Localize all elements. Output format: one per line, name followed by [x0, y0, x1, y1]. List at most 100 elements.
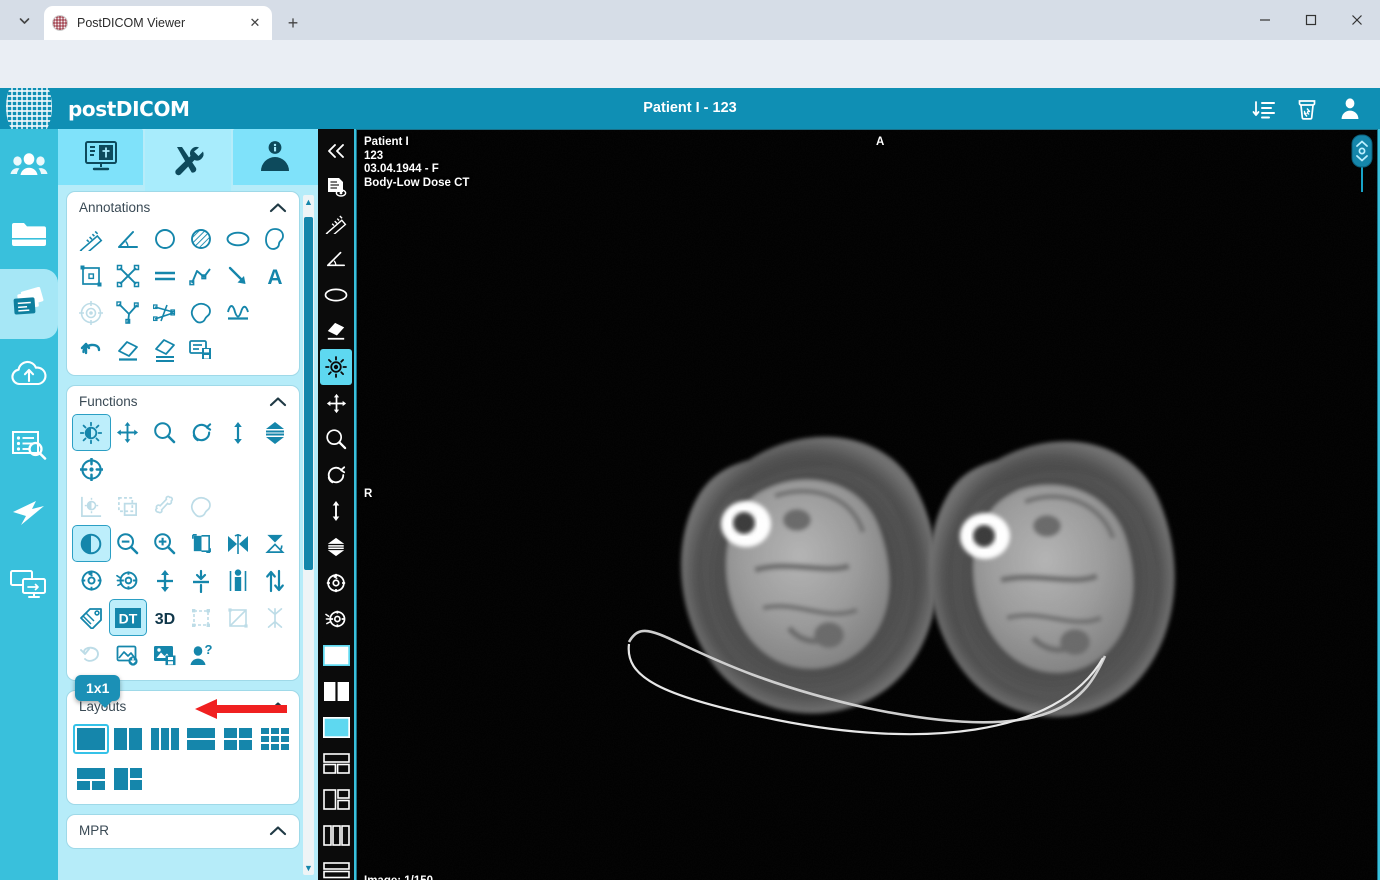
zoom-tool[interactable]: [146, 415, 183, 450]
recycle-bin-icon[interactable]: [1296, 97, 1318, 121]
layout-rows-tool[interactable]: [320, 853, 352, 880]
text-annotation-tool[interactable]: A: [256, 258, 293, 293]
tab-study-info[interactable]: [58, 129, 143, 185]
key-image-tool[interactable]: [256, 600, 293, 635]
flip-horizontal-tool[interactable]: [183, 526, 220, 561]
browser-tab[interactable]: PostDICOM Viewer ✕: [44, 6, 272, 40]
save-annotations-tool[interactable]: [183, 332, 220, 367]
dt-tool[interactable]: DT: [110, 600, 147, 635]
reset-tool[interactable]: [73, 637, 110, 672]
windowing-tool[interactable]: [73, 415, 110, 450]
erase-tool[interactable]: [320, 313, 352, 349]
patient-help-tool[interactable]: ?: [183, 637, 220, 672]
ruler-length-tool[interactable]: [73, 221, 110, 256]
report-view-tool[interactable]: [320, 169, 352, 205]
probe-target-tool[interactable]: [73, 295, 110, 330]
chevron-up-icon[interactable]: [269, 396, 287, 407]
stack-scroll-tool[interactable]: [220, 415, 257, 450]
scroll-up-icon[interactable]: ▲: [303, 195, 314, 209]
curve-profile-tool[interactable]: [220, 295, 257, 330]
polyline-tool[interactable]: [183, 258, 220, 293]
cobb-angle-tool[interactable]: [110, 295, 147, 330]
layout-1x1[interactable]: [73, 722, 110, 756]
invert-tool[interactable]: [73, 526, 110, 561]
pan-tool[interactable]: [110, 415, 147, 450]
close-window-icon[interactable]: [1334, 0, 1380, 40]
save-image-tool[interactable]: [146, 637, 183, 672]
tool-panel-scrollbar[interactable]: ▲ ▼: [303, 195, 314, 875]
layout-1x3-tool[interactable]: [320, 817, 352, 853]
crosshair-tool[interactable]: [73, 452, 110, 487]
layout-two-tool[interactable]: [320, 673, 352, 709]
tab-tools[interactable]: [145, 129, 230, 191]
layout-1x2[interactable]: [110, 722, 147, 756]
layout-2x2[interactable]: [220, 722, 257, 756]
angle-tool[interactable]: [110, 221, 147, 256]
collapse-panel-button[interactable]: [320, 133, 352, 169]
user-account-icon[interactable]: [1338, 97, 1362, 121]
spine-angle-tool[interactable]: [146, 295, 183, 330]
rectangle-roi-tool[interactable]: [73, 258, 110, 293]
crop-tool[interactable]: [183, 600, 220, 635]
scroll-down-icon[interactable]: ▼: [303, 861, 314, 875]
arrow-tool[interactable]: [220, 258, 257, 293]
chevron-up-icon[interactable]: [269, 202, 287, 213]
zoom-out-tool[interactable]: [110, 526, 147, 561]
erase-all-tool[interactable]: [146, 332, 183, 367]
layout-2x1-tool[interactable]: [320, 745, 352, 781]
windowing-tool[interactable]: [320, 349, 352, 385]
circle-roi-tool[interactable]: [146, 221, 183, 256]
zoom-in-tool[interactable]: [146, 526, 183, 561]
ruler-length-tool[interactable]: [320, 205, 352, 241]
blob-region-tool[interactable]: [183, 295, 220, 330]
image-viewport[interactable]: Patient I 123 03.04.1944 - F Body-Low Do…: [356, 129, 1378, 880]
annotations-panel-header[interactable]: Annotations: [67, 198, 299, 221]
close-tab-icon[interactable]: ✕: [246, 14, 264, 32]
minimize-icon[interactable]: [1242, 0, 1288, 40]
maximize-icon[interactable]: [1288, 0, 1334, 40]
tab-search-chevron-down-icon[interactable]: [8, 6, 40, 34]
shutter-tool[interactable]: [220, 600, 257, 635]
rotate-tool[interactable]: [183, 415, 220, 450]
layout-left-big-tool[interactable]: [320, 781, 352, 817]
stack-scroll-tool[interactable]: [320, 493, 352, 529]
layout-3x3[interactable]: [256, 722, 293, 756]
angle-tool[interactable]: [320, 241, 352, 277]
rotate-right-tool[interactable]: [110, 563, 147, 598]
ellipse-roi-tool[interactable]: [220, 221, 257, 256]
ellipse-roi-tool[interactable]: [320, 277, 352, 313]
sidebar-item-sync[interactable]: [0, 479, 58, 549]
rotate-left-tool[interactable]: [73, 563, 110, 598]
export-image-tool[interactable]: [110, 637, 147, 672]
layout-1-2-split[interactable]: [73, 762, 110, 796]
parallel-lines-tool[interactable]: [146, 258, 183, 293]
fit-height-tool[interactable]: [146, 563, 183, 598]
sort-descending-icon[interactable]: [1252, 97, 1276, 121]
layout-1x3[interactable]: [146, 722, 183, 756]
erase-one-tool[interactable]: [110, 332, 147, 367]
sidebar-item-patients[interactable]: [0, 129, 58, 199]
layout-left-big[interactable]: [110, 762, 147, 796]
reset-flip-tool[interactable]: [256, 526, 293, 561]
tab-patient-info[interactable]: [233, 129, 318, 185]
fit-width-tool[interactable]: [183, 563, 220, 598]
hatched-circle-tool[interactable]: [183, 221, 220, 256]
flip-vertical-tool[interactable]: [220, 526, 257, 561]
layer-tool[interactable]: [320, 529, 352, 565]
true-size-tool[interactable]: [220, 563, 257, 598]
chevron-up-icon[interactable]: [269, 825, 287, 836]
rotate-tool[interactable]: [320, 457, 352, 493]
mpr-panel-header[interactable]: MPR: [67, 821, 299, 840]
organ-tool[interactable]: [183, 489, 220, 524]
tag-tool[interactable]: [73, 600, 110, 635]
new-tab-button[interactable]: +: [280, 10, 306, 36]
rotate-right-tool[interactable]: [320, 601, 352, 637]
scroll-handle-icon[interactable]: [1351, 134, 1373, 168]
undo-tool[interactable]: [73, 332, 110, 367]
layout-1x1-tool[interactable]: [320, 709, 352, 745]
zoom-tool[interactable]: [320, 421, 352, 457]
scrollbar-thumb[interactable]: [304, 217, 313, 570]
rotate-left-tool[interactable]: [320, 565, 352, 601]
cross-bidirectional-tool[interactable]: [110, 258, 147, 293]
sidebar-item-folders[interactable]: [0, 199, 58, 269]
